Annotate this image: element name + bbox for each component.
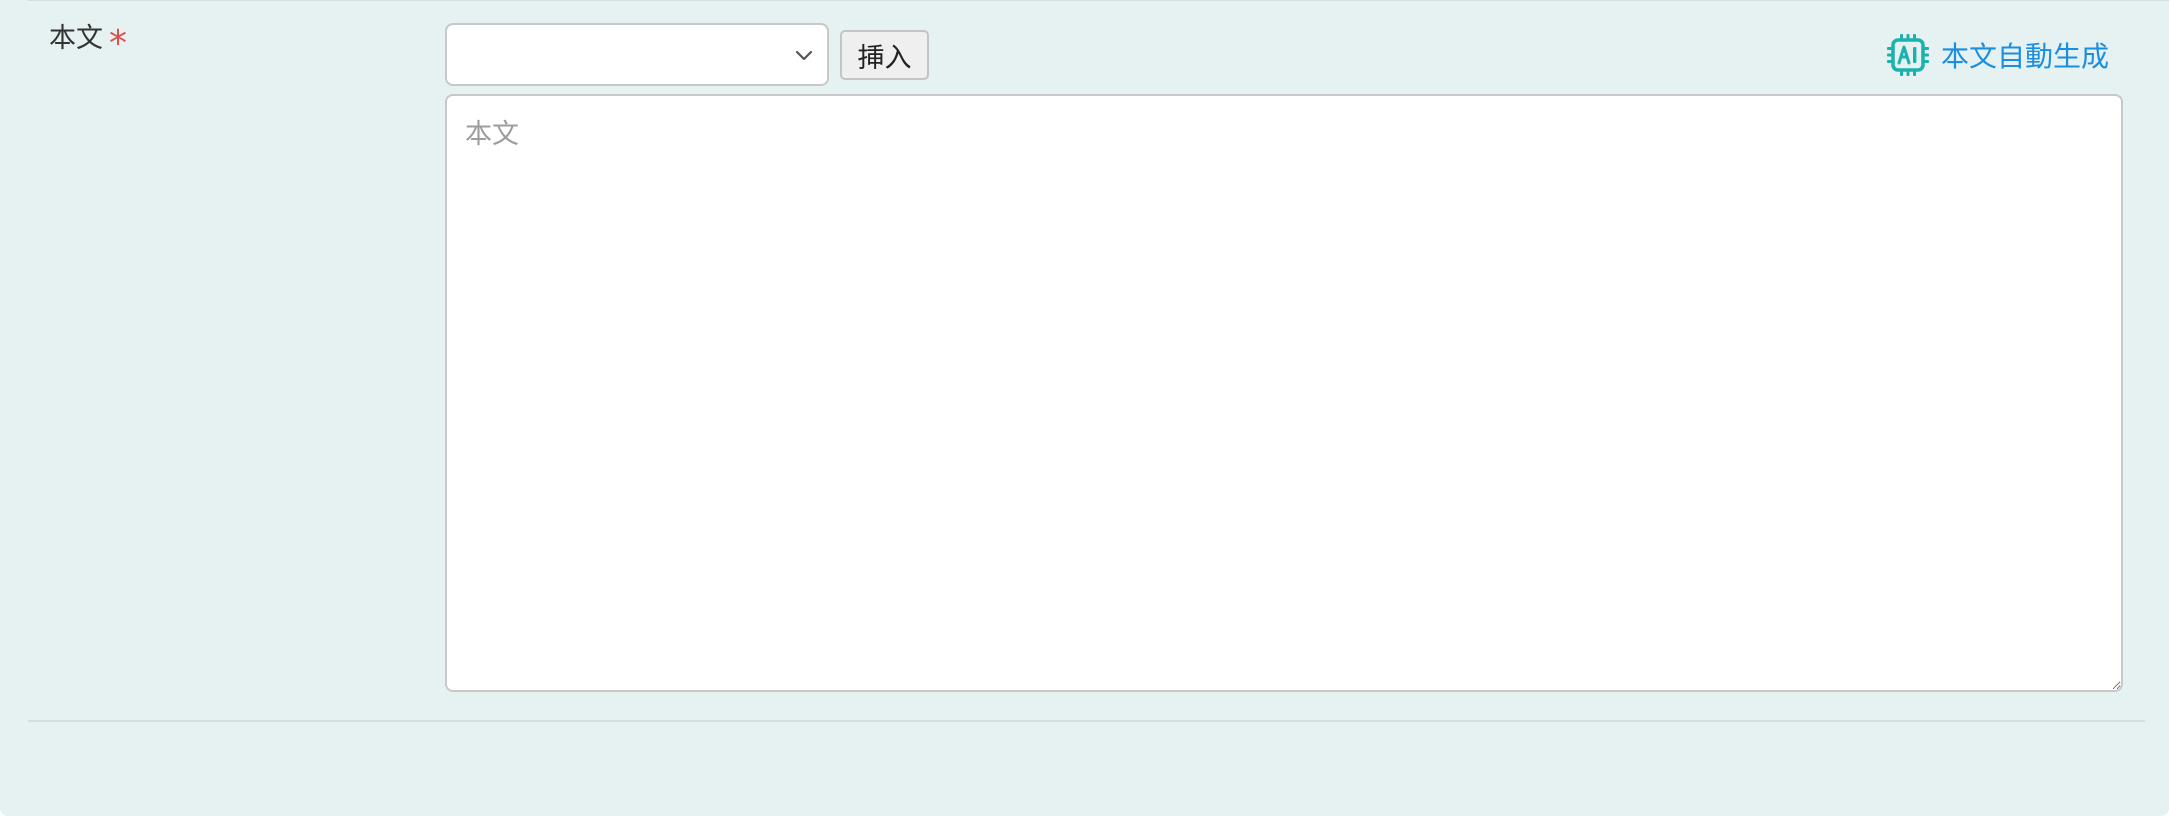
body-textarea[interactable]	[445, 94, 2123, 692]
chevron-down-icon	[795, 50, 813, 61]
ai-generate-link[interactable]: 本文自動生成	[1885, 32, 2109, 78]
insert-button[interactable]: 挿入	[840, 30, 929, 80]
body-field-label: 本文 *	[49, 22, 127, 62]
ai-chip-icon	[1887, 34, 1929, 76]
body-label-text: 本文	[49, 23, 103, 54]
required-mark: *	[109, 23, 127, 64]
top-divider	[28, 0, 2169, 1]
form-panel: 本文 * 挿入 本文自動生成 本文	[0, 0, 2169, 816]
bottom-divider	[28, 720, 2145, 722]
template-select[interactable]	[445, 23, 829, 86]
ai-generate-label: 本文自動生成	[1941, 40, 2110, 73]
